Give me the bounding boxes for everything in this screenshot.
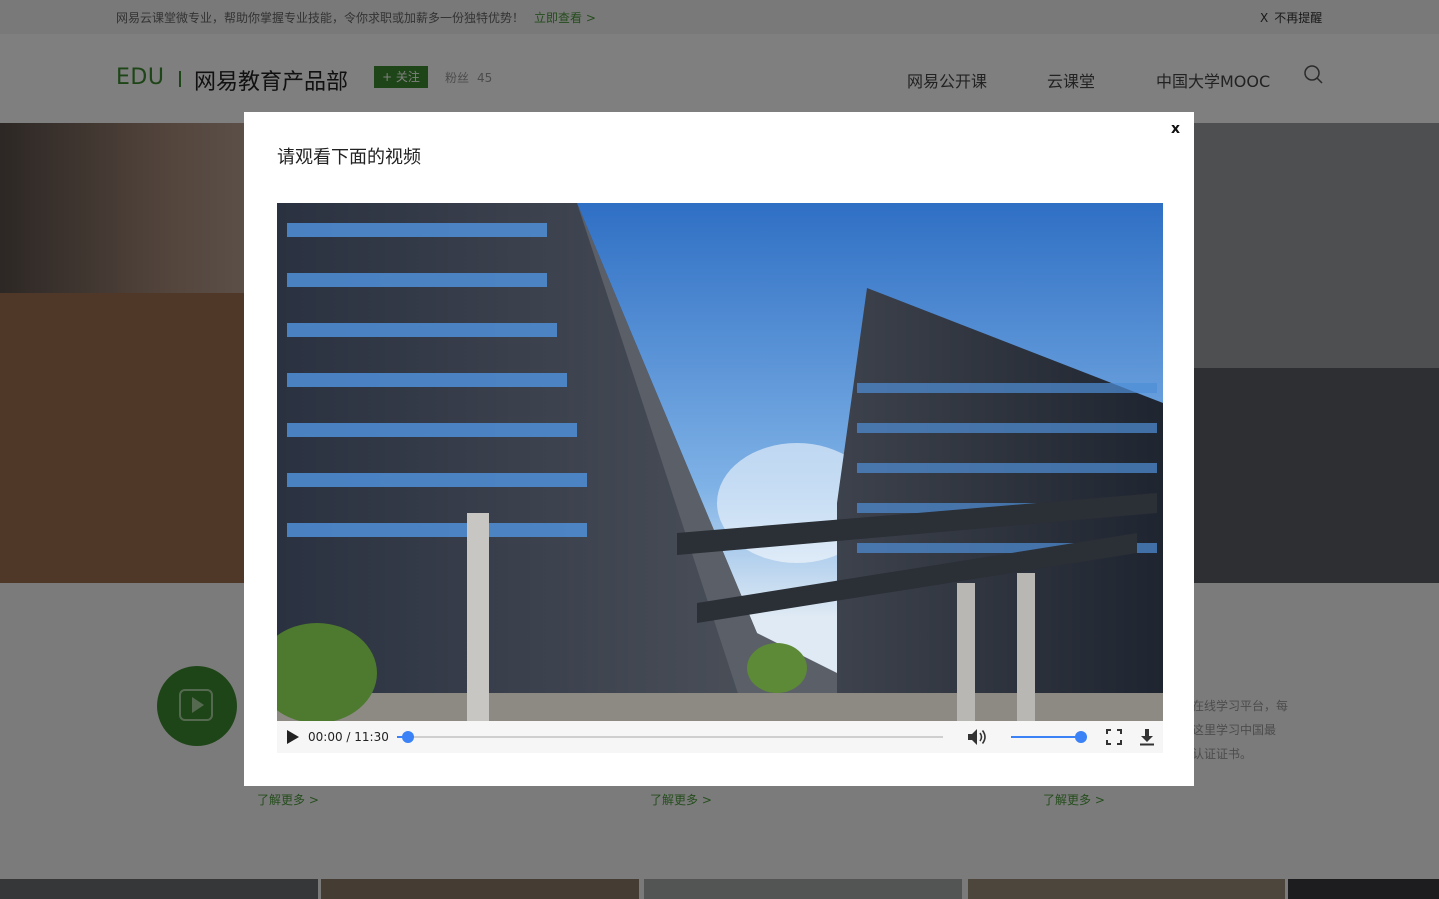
video-controls: 00:00 / 11:30 xyxy=(277,721,1163,753)
progress-slider[interactable] xyxy=(397,731,943,743)
video-player[interactable] xyxy=(277,203,1163,721)
play-icon[interactable] xyxy=(287,730,299,744)
download-icon[interactable] xyxy=(1139,728,1155,746)
volume-slider[interactable] xyxy=(1011,731,1087,743)
volume-fill xyxy=(1011,736,1081,738)
volume-icon[interactable] xyxy=(966,727,988,747)
fullscreen-icon[interactable] xyxy=(1106,729,1122,745)
modal-close-button[interactable]: x xyxy=(1171,121,1180,137)
modal-title: 请观看下面的视频 xyxy=(277,147,421,168)
video-frame-image xyxy=(277,203,1163,721)
video-modal: x 请观看下面的视频 00:00 / 11:30 xyxy=(244,112,1194,786)
progress-handle[interactable] xyxy=(401,731,414,743)
volume-handle[interactable] xyxy=(1075,731,1087,743)
time-display: 00:00 / 11:30 xyxy=(308,730,389,744)
